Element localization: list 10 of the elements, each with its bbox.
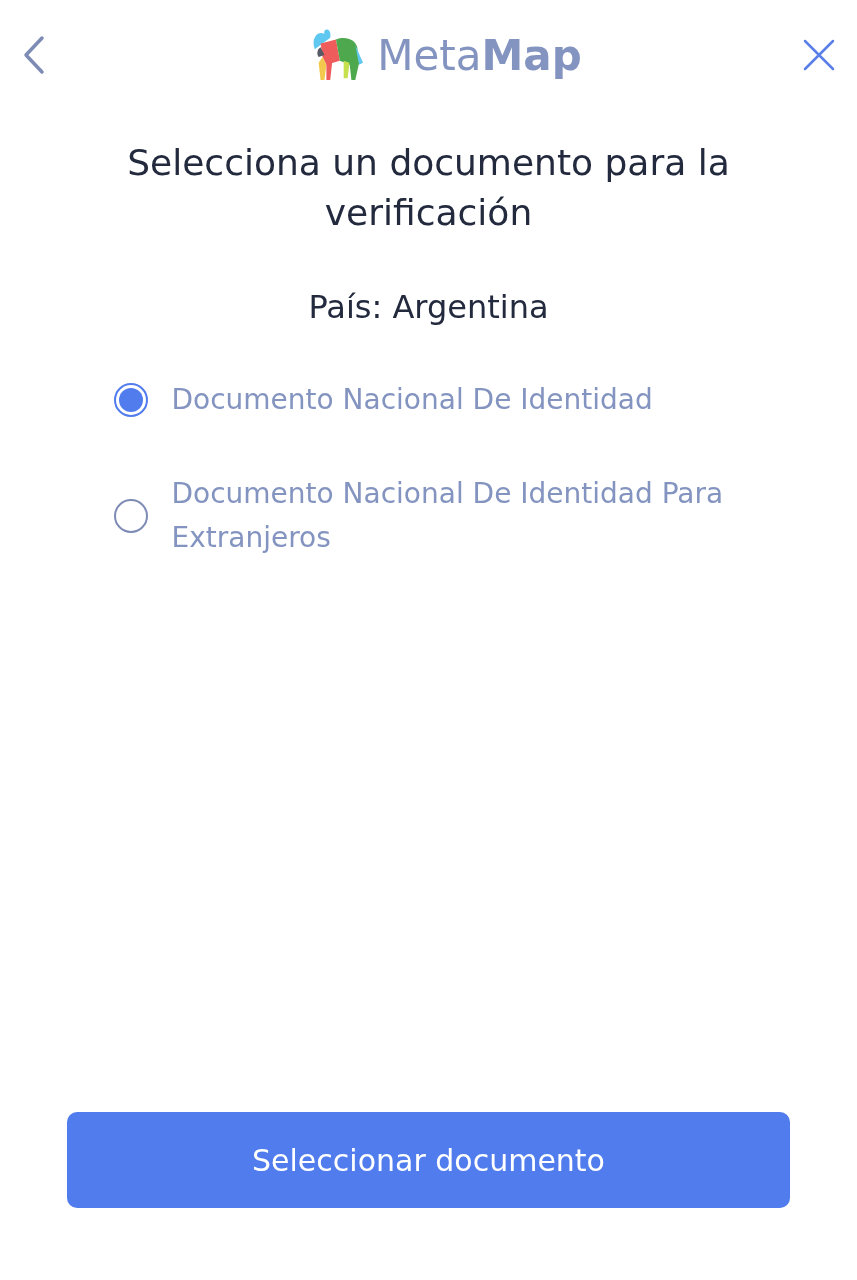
page-title: Selecciona un documento para la verificación	[126, 141, 731, 235]
close-icon[interactable]	[803, 39, 835, 71]
option-label[interactable]: Documento Nacional De Identidad Para Extranjeros	[171, 472, 732, 560]
logo-text: MetaMap	[377, 30, 582, 80]
radio-button[interactable]	[113, 499, 148, 533]
select-document-button[interactable]: Seleccionar documento	[67, 1112, 790, 1208]
option-label[interactable]: Documento Nacional De Identidad	[171, 378, 732, 422]
back-icon[interactable]	[22, 35, 46, 75]
country-label: País: Argentina	[308, 288, 549, 326]
radio-button[interactable]	[113, 383, 148, 417]
